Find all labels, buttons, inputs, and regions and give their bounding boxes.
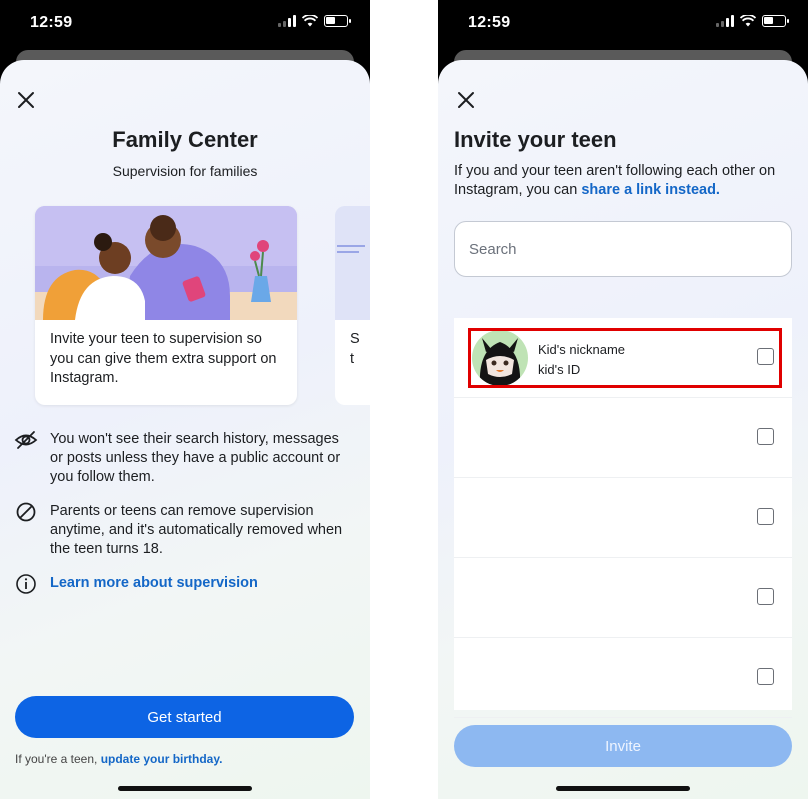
select-checkbox[interactable] — [757, 668, 774, 685]
battery-icon — [762, 15, 789, 27]
family-center-sheet: Family Center Supervision for families I… — [0, 60, 370, 799]
page-subtitle: Supervision for families — [112, 163, 258, 179]
invite-teen-screen: 12:59 Invite your teen If you and your t… — [438, 0, 808, 799]
info-row-learn-more[interactable]: Learn more about supervision — [14, 574, 354, 596]
teen-list: Kid's nickname kid's ID — [454, 318, 792, 718]
list-item[interactable] — [454, 638, 792, 718]
status-icons — [278, 15, 351, 27]
invite-button[interactable]: Invite — [454, 725, 792, 767]
status-bar: 12:59 — [0, 0, 370, 48]
family-illustration — [35, 206, 297, 320]
remove-supervision-text: Parents or teens can remove supervision … — [50, 503, 343, 557]
battery-icon — [324, 15, 351, 27]
info-icon — [16, 574, 36, 594]
status-icons — [716, 15, 789, 27]
info-row-privacy: You won't see their search history, mess… — [14, 430, 354, 487]
invite-description: If you and your teen aren't following ea… — [454, 162, 799, 200]
list-item[interactable] — [454, 398, 792, 478]
select-checkbox[interactable] — [757, 508, 774, 525]
wifi-icon — [302, 15, 318, 27]
privacy-text: You won't see their search history, mess… — [50, 431, 341, 485]
highlight-box — [468, 328, 782, 388]
info-row-remove: Parents or teens can remove supervision … — [14, 502, 354, 559]
next-card-text: St — [350, 331, 360, 367]
close-icon[interactable] — [14, 88, 38, 112]
invite-sheet: Invite your teen If you and your teen ar… — [438, 60, 808, 799]
home-indicator — [556, 786, 690, 791]
next-card-illustration — [335, 206, 370, 320]
search-input[interactable]: Search — [454, 221, 792, 277]
list-item[interactable]: Kid's nickname kid's ID — [454, 318, 792, 398]
learn-more-link[interactable]: Learn more about supervision — [50, 574, 258, 596]
close-icon[interactable] — [454, 88, 478, 112]
page-title: Family Center — [112, 127, 258, 152]
signal-icon — [278, 15, 296, 27]
get-started-button[interactable]: Get started — [15, 696, 354, 738]
status-time: 12:59 — [30, 14, 73, 31]
update-birthday-link[interactable]: update your birthday. — [101, 752, 223, 766]
block-icon — [16, 502, 36, 522]
teen-note: If you're a teen, update your birthday. — [15, 752, 222, 766]
list-item[interactable] — [454, 478, 792, 558]
card-description: Invite your teen to supervision so you c… — [50, 331, 277, 386]
family-center-screen: 12:59 Family Center Supervision for fami… — [0, 0, 370, 799]
home-indicator — [118, 786, 252, 791]
status-bar: 12:59 — [438, 0, 808, 48]
wifi-icon — [740, 15, 756, 27]
status-time: 12:59 — [468, 14, 511, 31]
teen-note-text: If you're a teen, — [15, 752, 101, 766]
page-title: Invite your teen — [454, 127, 617, 152]
share-link-link[interactable]: share a link instead. — [581, 182, 720, 198]
select-checkbox[interactable] — [757, 588, 774, 605]
carousel-card[interactable]: Invite your teen to supervision so you c… — [35, 206, 297, 405]
signal-icon — [716, 15, 734, 27]
carousel-card-next[interactable]: St — [335, 206, 370, 405]
list-item[interactable] — [454, 558, 792, 638]
select-checkbox[interactable] — [757, 428, 774, 445]
eye-off-icon — [14, 431, 38, 449]
